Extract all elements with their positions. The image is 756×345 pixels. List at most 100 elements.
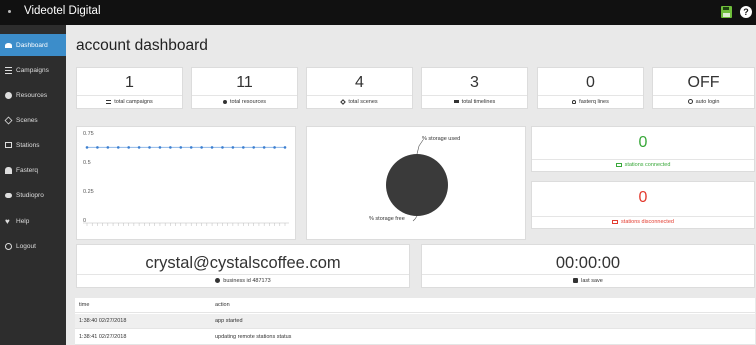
data-point bbox=[210, 146, 214, 149]
storage-free-label: % storage free bbox=[369, 216, 405, 222]
pie-slice-free bbox=[386, 154, 448, 216]
monitor-icon bbox=[5, 142, 12, 148]
stat-label: fasterq lines bbox=[579, 99, 609, 105]
stat-value: 4 bbox=[355, 74, 364, 91]
cloud-icon bbox=[5, 192, 12, 198]
stat-value: 3 bbox=[470, 74, 479, 91]
stat-card-scenes[interactable]: 4 total scenes bbox=[306, 67, 413, 109]
logo-icon bbox=[6, 6, 22, 16]
stations-disconnected-label: stations disconnected bbox=[621, 219, 674, 225]
y-tick-label: 0.25 bbox=[83, 189, 94, 195]
help-icon[interactable]: ? bbox=[740, 6, 752, 18]
storage-pie-chart bbox=[386, 139, 448, 222]
log-action: app started bbox=[215, 318, 243, 324]
sidebar-item-label: Campaigns bbox=[16, 66, 49, 74]
session-card: 00:00:00 last save bbox=[421, 244, 755, 288]
data-point bbox=[158, 146, 162, 149]
stations-connected-card[interactable]: 0 stations connected bbox=[531, 126, 755, 172]
stat-label: total campaigns bbox=[114, 99, 153, 105]
log-time: 1:38:41 02/27/2018 bbox=[79, 334, 127, 340]
app-brand[interactable]: Videotel Digital bbox=[6, 5, 101, 17]
dot-icon bbox=[222, 99, 227, 104]
line-chart-card: 0.75 0.5 0.25 0 bbox=[76, 126, 296, 240]
stat-value: 11 bbox=[236, 74, 253, 91]
data-point bbox=[127, 146, 130, 149]
people-icon bbox=[5, 166, 12, 174]
sidebar-item-campaigns[interactable]: Campaigns bbox=[0, 59, 66, 81]
free-leader-line bbox=[412, 215, 418, 222]
person-icon bbox=[572, 99, 577, 104]
save-icon[interactable] bbox=[721, 6, 732, 18]
column-header-time: time bbox=[79, 302, 90, 308]
sidebar-item-label: Stations bbox=[16, 141, 40, 149]
sidebar-item-label: Fasterq bbox=[16, 166, 39, 174]
used-leader-line bbox=[416, 139, 424, 155]
last-save-label: last save bbox=[581, 278, 603, 284]
column-header-action: action bbox=[215, 302, 230, 308]
data-point bbox=[179, 146, 183, 149]
list-icon bbox=[5, 66, 12, 74]
stat-value: 1 bbox=[125, 74, 134, 91]
business-id: business id 487173 bbox=[223, 278, 271, 284]
top-bar: Videotel Digital ? bbox=[0, 0, 756, 25]
stat-label: auto login bbox=[695, 99, 720, 105]
data-point bbox=[200, 146, 203, 149]
data-point bbox=[137, 146, 141, 149]
data-point bbox=[169, 146, 172, 149]
app-title: Videotel Digital bbox=[24, 5, 101, 17]
table-row[interactable]: 1:38:40 02/27/2018 app started bbox=[75, 314, 755, 329]
sidebar-item-dashboard[interactable]: Dashboard bbox=[0, 34, 66, 56]
stat-label: total timelines bbox=[461, 99, 496, 105]
stations-disconnected-value: 0 bbox=[638, 189, 648, 206]
activity-log: time action 1:38:40 02/27/2018 app start… bbox=[75, 298, 755, 345]
log-action: updating remote stations status bbox=[215, 334, 292, 340]
storage-pie-card: % storage used % storage free bbox=[306, 126, 526, 240]
sidebar-item-label: Resources bbox=[16, 91, 48, 99]
stations-disconnected-card[interactable]: 0 stations disconnected bbox=[531, 181, 755, 229]
stat-value: OFF bbox=[687, 74, 720, 91]
data-point bbox=[96, 146, 99, 149]
data-point bbox=[252, 146, 256, 149]
sidebar-item-resources[interactable]: Resources bbox=[0, 84, 66, 106]
heart-icon: ♥ bbox=[5, 216, 10, 226]
sidebar-item-fasterq[interactable]: Fasterq bbox=[0, 159, 66, 181]
sidebar-item-label: Scenes bbox=[16, 116, 38, 124]
data-point bbox=[148, 146, 151, 149]
stat-card-auto-login[interactable]: OFF auto login bbox=[652, 67, 755, 109]
circle-icon bbox=[5, 91, 12, 99]
storage-used-label: % storage used bbox=[422, 136, 461, 142]
lines-icon bbox=[453, 100, 459, 104]
sidebar: Dashboard Campaigns Resources Scenes Sta… bbox=[0, 25, 66, 345]
sidebar-item-help[interactable]: ♥ Help bbox=[0, 210, 66, 232]
account-card: crystal@cystalscoffee.com business id 48… bbox=[76, 244, 410, 288]
monitor-icon bbox=[615, 162, 622, 167]
dashboard-icon bbox=[5, 42, 12, 48]
y-tick-label: 0.75 bbox=[83, 131, 94, 137]
data-point bbox=[231, 146, 235, 149]
stat-card-fasterq[interactable]: 0 fasterq lines bbox=[537, 67, 644, 109]
data-point bbox=[85, 146, 89, 149]
sidebar-item-label: Logout bbox=[16, 242, 36, 250]
page-title: account dashboard bbox=[76, 37, 208, 54]
monitor-icon bbox=[612, 219, 619, 224]
data-point bbox=[262, 146, 266, 149]
account-email: crystal@cystalscoffee.com bbox=[145, 254, 341, 272]
data-point bbox=[242, 146, 245, 149]
stat-card-timelines[interactable]: 3 total timelines bbox=[421, 67, 528, 109]
diamond-icon bbox=[340, 98, 347, 105]
sidebar-item-studiopro[interactable]: Studiopro bbox=[0, 184, 66, 206]
list-icon bbox=[106, 99, 112, 104]
sidebar-item-scenes[interactable]: Scenes bbox=[0, 109, 66, 131]
stat-card-resources[interactable]: 11 total resources bbox=[191, 67, 298, 109]
sidebar-item-stations[interactable]: Stations bbox=[0, 134, 66, 156]
data-point bbox=[283, 146, 287, 149]
table-row[interactable]: 1:38:41 02/27/2018 updating remote stati… bbox=[75, 330, 755, 345]
stations-connected-value: 0 bbox=[638, 134, 648, 151]
stat-card-campaigns[interactable]: 1 total campaigns bbox=[76, 67, 183, 109]
sidebar-item-label: Studiopro bbox=[16, 191, 44, 199]
circle-icon bbox=[687, 99, 693, 105]
session-timer: 00:00:00 bbox=[555, 254, 621, 272]
stat-value: 0 bbox=[586, 74, 595, 91]
sidebar-item-logout[interactable]: Logout bbox=[0, 235, 66, 257]
sidebar-item-label: Dashboard bbox=[16, 41, 48, 49]
